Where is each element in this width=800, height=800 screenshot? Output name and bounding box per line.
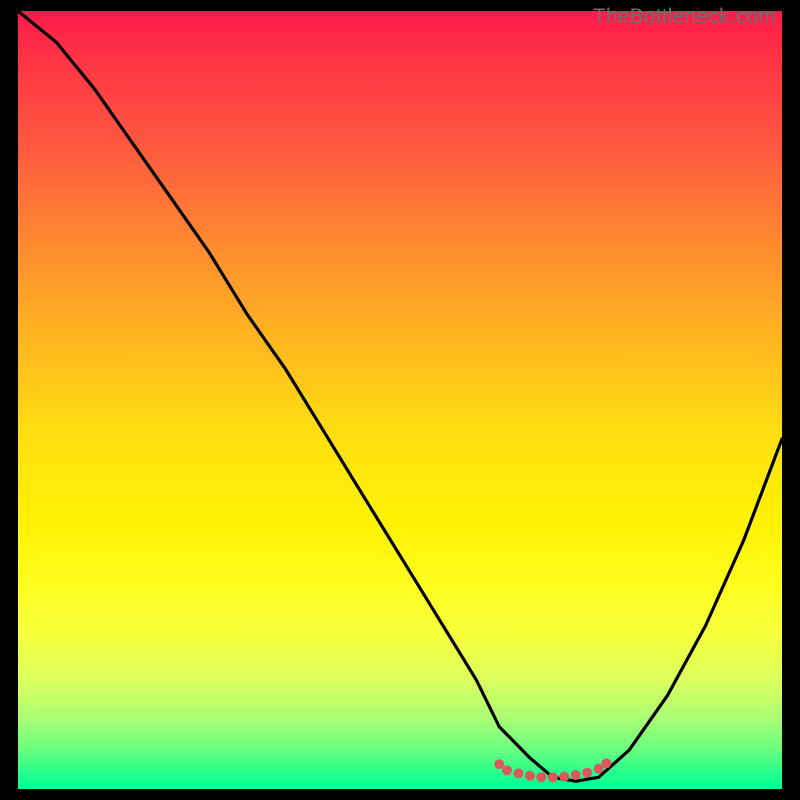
marker-dot bbox=[513, 768, 523, 778]
marker-dot bbox=[559, 772, 569, 782]
marker-dot bbox=[536, 772, 546, 782]
plot-area bbox=[18, 11, 782, 789]
marker-dot bbox=[548, 772, 558, 782]
chart-stage: TheBottleneck.com bbox=[0, 0, 800, 800]
marker-dot bbox=[571, 770, 581, 780]
marker-dot bbox=[582, 768, 592, 778]
marker-dot bbox=[525, 771, 535, 781]
curve-layer bbox=[18, 11, 782, 789]
marker-dot bbox=[601, 758, 611, 768]
marker-dot bbox=[502, 765, 512, 775]
bottleneck-curve bbox=[18, 11, 782, 781]
watermark-text: TheBottleneck.com bbox=[593, 5, 776, 29]
